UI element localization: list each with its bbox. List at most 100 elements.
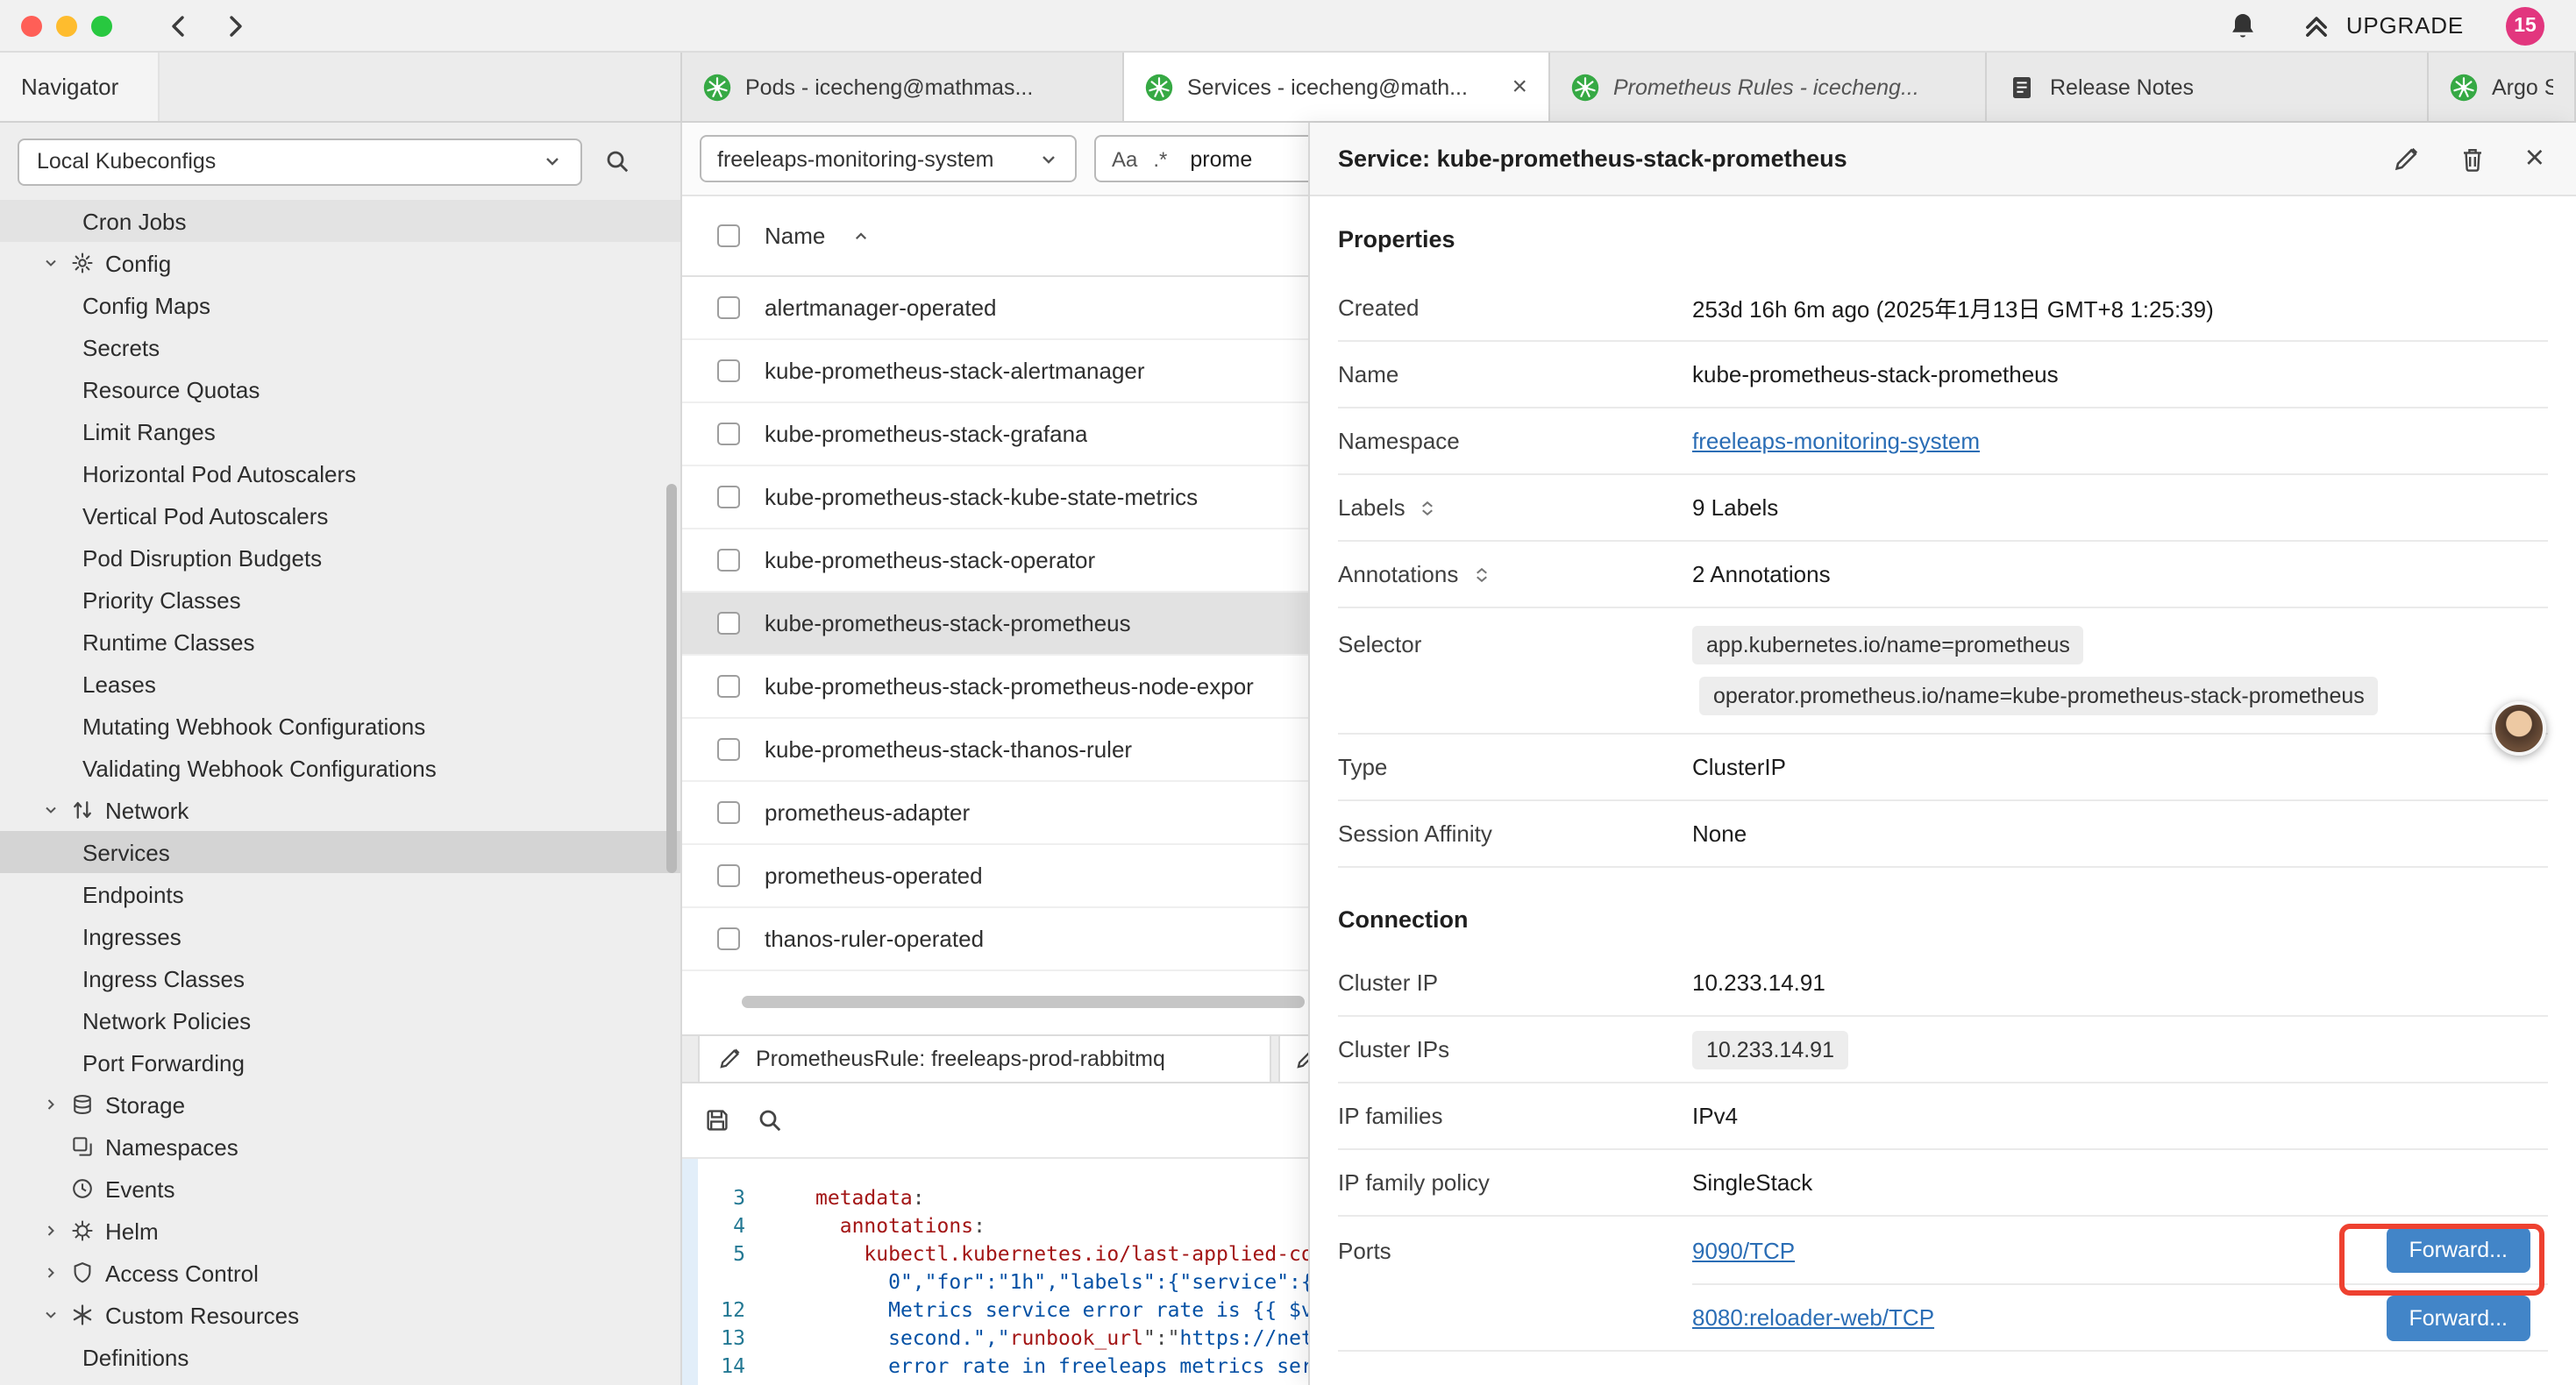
table-row-thanos-ruler-operated[interactable]: thanos-ruler-operated [682, 908, 1308, 971]
row-checkbox[interactable] [717, 927, 740, 950]
table-row-kube-prometheus-stack-prometheus-node-expor[interactable]: kube-prometheus-stack-prometheus-node-ex… [682, 656, 1308, 719]
expand-collapse-icon[interactable] [1418, 497, 1439, 518]
sidebar-item-config-maps[interactable]: Config Maps [0, 284, 680, 326]
notification-count-badge[interactable]: 15 [2506, 6, 2544, 45]
upgrade-label: UPGRADE [2346, 12, 2464, 39]
select-all-checkbox[interactable] [717, 224, 740, 247]
sidebar-item-label: Services [82, 839, 170, 865]
edit-icon[interactable] [2392, 145, 2420, 173]
sidebar-item-horizontal-pod-autoscalers[interactable]: Horizontal Pod Autoscalers [0, 452, 680, 494]
yaml-editor[interactable]: 3metadata:4 annotations:5 kubectl.kubern… [682, 1159, 1308, 1385]
sidebar-item-leases[interactable]: Leases [0, 663, 680, 705]
table-row-prometheus-adapter[interactable]: prometheus-adapter [682, 782, 1308, 845]
tab-close-icon[interactable]: × [1512, 74, 1527, 100]
port-link[interactable]: 9090/TCP [1692, 1237, 1795, 1263]
forward-button[interactable]: Forward... [2386, 1295, 2530, 1340]
row-checkbox[interactable] [717, 423, 740, 445]
row-checkbox[interactable] [717, 549, 740, 572]
sidebar-item-access-control[interactable]: Access Control [0, 1252, 680, 1294]
dock-tab-prometheusrule[interactable]: PrometheusRule: freeleaps-prod-rabbitmq [698, 1036, 1271, 1082]
sidebar-item-validating-webhook-configurations[interactable]: Validating Webhook Configurations [0, 747, 680, 789]
sidebar-item-cron-jobs[interactable]: Cron Jobs [0, 200, 680, 242]
user-avatar[interactable] [2492, 701, 2546, 756]
sidebar-item-network[interactable]: Network [0, 789, 680, 831]
tab-prometheus-rules-icecheng[interactable]: Prometheus Rules - icecheng... [1550, 53, 1987, 121]
tab-services-icecheng-math[interactable]: Services - icecheng@math...× [1124, 53, 1550, 121]
navigator-tree: Cron JobsConfigConfig MapsSecretsResourc… [0, 200, 680, 1385]
sidebar-item-custom-resources[interactable]: Custom Resources [0, 1294, 680, 1336]
sidebar-item-endpoints[interactable]: Endpoints [0, 873, 680, 915]
row-checkbox[interactable] [717, 675, 740, 698]
sidebar-item-definitions[interactable]: Definitions [0, 1336, 680, 1378]
minimize-window-button[interactable] [56, 15, 77, 36]
namespace-link[interactable]: freeleaps-monitoring-system [1692, 428, 1980, 454]
row-checkbox[interactable] [717, 486, 740, 508]
sidebar-item-vertical-pod-autoscalers[interactable]: Vertical Pod Autoscalers [0, 494, 680, 536]
sidebar-item-services[interactable]: Services [0, 831, 680, 873]
row-checkbox[interactable] [717, 612, 740, 635]
sidebar-item-pod-disruption-budgets[interactable]: Pod Disruption Budgets [0, 536, 680, 579]
sidebar-item-mutating-webhook-configurations[interactable]: Mutating Webhook Configurations [0, 705, 680, 747]
navigator-panel-header: Navigator [0, 53, 682, 121]
sidebar-scrollbar[interactable] [666, 484, 677, 873]
save-icon[interactable] [703, 1106, 731, 1134]
table-row-kube-prometheus-stack-alertmanager[interactable]: kube-prometheus-stack-alertmanager [682, 340, 1308, 403]
upgrade-button[interactable]: UPGRADE [2301, 10, 2464, 41]
delete-icon[interactable] [2459, 145, 2487, 173]
connection-row-ip-family-policy: IP family policy SingleStack [1338, 1150, 2548, 1217]
match-case-toggle[interactable]: Aa [1112, 146, 1137, 171]
sidebar-item-ingress-classes[interactable]: Ingress Classes [0, 957, 680, 999]
tab-release-notes[interactable]: Release Notes [1987, 53, 2429, 121]
expand-collapse-icon[interactable] [1470, 564, 1491, 585]
table-row-prometheus-operated[interactable]: prometheus-operated [682, 845, 1308, 908]
row-checkbox[interactable] [717, 359, 740, 382]
table-row-kube-prometheus-stack-prometheus[interactable]: kube-prometheus-stack-prometheus [682, 593, 1308, 656]
back-icon[interactable] [165, 11, 193, 39]
dock-tab-partial[interactable] [1278, 1036, 1308, 1082]
sidebar-item-priority-classes[interactable]: Priority Classes [0, 579, 680, 621]
property-row-labels: Labels 9 Labels [1338, 475, 2548, 542]
window-controls [21, 15, 112, 36]
table-row-alertmanager-operated[interactable]: alertmanager-operated [682, 277, 1308, 340]
kubeconfig-selector[interactable]: Local Kubeconfigs [18, 138, 582, 185]
sidebar-item-secrets[interactable]: Secrets [0, 326, 680, 368]
sidebar-item-limit-ranges[interactable]: Limit Ranges [0, 410, 680, 452]
horizontal-scrollbar[interactable] [682, 996, 1308, 1012]
editor-search-icon[interactable] [756, 1106, 784, 1134]
namespace-filter-select[interactable]: freeleaps-monitoring-system [700, 135, 1077, 182]
sidebar-item-runtime-classes[interactable]: Runtime Classes [0, 621, 680, 663]
table-row-kube-prometheus-stack-operator[interactable]: kube-prometheus-stack-operator [682, 529, 1308, 593]
name-column-header[interactable]: Name [765, 223, 825, 249]
scrollbar-thumb[interactable] [742, 996, 1305, 1008]
close-icon[interactable]: × [2525, 142, 2544, 175]
table-row-kube-prometheus-stack-kube-state-metrics[interactable]: kube-prometheus-stack-kube-state-metrics [682, 466, 1308, 529]
port-link[interactable]: 8080:reloader-web/TCP [1692, 1304, 1934, 1331]
sidebar-item-storage[interactable]: Storage [0, 1083, 680, 1126]
row-checkbox[interactable] [717, 296, 740, 319]
notifications-bell-icon[interactable] [2227, 10, 2259, 41]
regex-toggle[interactable]: .* [1153, 146, 1167, 171]
sidebar-item-namespaces[interactable]: Namespaces [0, 1126, 680, 1168]
forward-icon[interactable] [221, 11, 249, 39]
tab-pods-icecheng-mathmas[interactable]: Pods - icecheng@mathmas... [682, 53, 1124, 121]
row-checkbox[interactable] [717, 864, 740, 887]
close-window-button[interactable] [21, 15, 42, 36]
sidebar-item-network-policies[interactable]: Network Policies [0, 999, 680, 1041]
row-checkbox[interactable] [717, 738, 740, 761]
row-checkbox[interactable] [717, 801, 740, 824]
sidebar-item-helm[interactable]: Helm [0, 1210, 680, 1252]
sort-ascending-icon[interactable] [850, 225, 871, 246]
drawer-body: Properties Created 253d 16h 6m ago (2025… [1310, 196, 2576, 1385]
maximize-window-button[interactable] [91, 15, 112, 36]
sidebar-search-icon[interactable] [603, 147, 631, 175]
sidebar-item-resource-quotas[interactable]: Resource Quotas [0, 368, 680, 410]
sidebar-item-config[interactable]: Config [0, 242, 680, 284]
sidebar-item-port-forwarding[interactable]: Port Forwarding [0, 1041, 680, 1083]
forward-button[interactable]: Forward... [2386, 1227, 2530, 1273]
sidebar-item-events[interactable]: Events [0, 1168, 680, 1210]
sidebar-item-ingresses[interactable]: Ingresses [0, 915, 680, 957]
table-row-kube-prometheus-stack-thanos-ruler[interactable]: kube-prometheus-stack-thanos-ruler [682, 719, 1308, 782]
tab-argo-se[interactable]: Argo Se [2429, 53, 2576, 121]
table-row-kube-prometheus-stack-grafana[interactable]: kube-prometheus-stack-grafana [682, 403, 1308, 466]
resource-search-input[interactable]: Aa .* prome [1094, 135, 1308, 182]
